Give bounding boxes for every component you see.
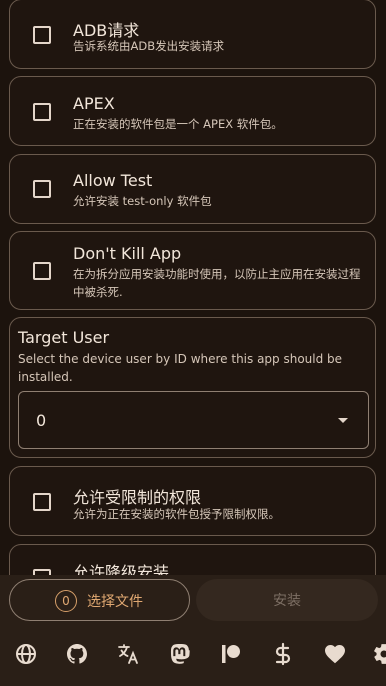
- target-user-value: 0: [36, 411, 47, 430]
- adb-request-checkbox[interactable]: [33, 26, 51, 44]
- option-adb-request[interactable]: ADB请求 告诉系统由ADB发出安装请求: [9, 0, 376, 69]
- target-user-card: Target User Select the device user by ID…: [9, 317, 376, 458]
- option-dont-kill-app[interactable]: Don't Kill App 在为拆分应用安装功能时使用，以防止主应用在安装过程…: [9, 231, 376, 310]
- bottom-bar: 0 选择文件 安装: [0, 575, 386, 686]
- install-label: 安装: [273, 593, 301, 609]
- dropdown-arrow-icon: [338, 418, 348, 423]
- choose-file-button[interactable]: 0 选择文件: [9, 579, 190, 621]
- allow-test-checkbox[interactable]: [33, 180, 51, 198]
- allow-restricted-permissions-checkbox[interactable]: [33, 493, 51, 511]
- option-description: 允许为正在安装的软件包授予限制权限。: [73, 507, 280, 521]
- dollar-icon[interactable]: [271, 642, 295, 666]
- option-description: 允许安装 test-only 软件包: [73, 194, 212, 208]
- translate-icon[interactable]: [116, 642, 140, 666]
- option-description: 告诉系统由ADB发出安装请求: [73, 39, 225, 53]
- dont-kill-app-checkbox[interactable]: [33, 262, 51, 280]
- install-button[interactable]: 安装: [196, 579, 378, 621]
- target-user-select[interactable]: 0: [18, 391, 369, 449]
- selected-count-badge: 0: [55, 590, 77, 612]
- apex-checkbox[interactable]: [33, 103, 51, 121]
- option-title: APEX: [73, 94, 115, 113]
- github-icon[interactable]: [65, 642, 89, 666]
- option-apex[interactable]: APEX 正在安装的软件包是一个 APEX 软件包。: [9, 76, 376, 146]
- option-description: 在为拆分应用安装功能时使用，以防止主应用在安装过程中被杀死.: [73, 267, 361, 299]
- patreon-icon[interactable]: [219, 642, 243, 666]
- option-title: Allow Test: [73, 171, 153, 190]
- option-description: 正在安装的软件包是一个 APEX 软件包。: [73, 117, 283, 131]
- target-user-title: Target User: [18, 328, 110, 347]
- mastodon-icon[interactable]: [168, 642, 192, 666]
- target-user-description: Select the device user by ID where this …: [18, 352, 343, 384]
- option-title: Don't Kill App: [73, 244, 182, 263]
- globe-icon[interactable]: [14, 642, 38, 666]
- option-allow-test[interactable]: Allow Test 允许安装 test-only 软件包: [9, 154, 376, 224]
- option-allow-restricted-permissions[interactable]: 允许受限制的权限 允许为正在安装的软件包授予限制权限。: [9, 466, 376, 536]
- settings-icon[interactable]: [372, 642, 386, 666]
- heart-icon[interactable]: [323, 642, 347, 666]
- choose-file-label: 选择文件: [87, 594, 143, 610]
